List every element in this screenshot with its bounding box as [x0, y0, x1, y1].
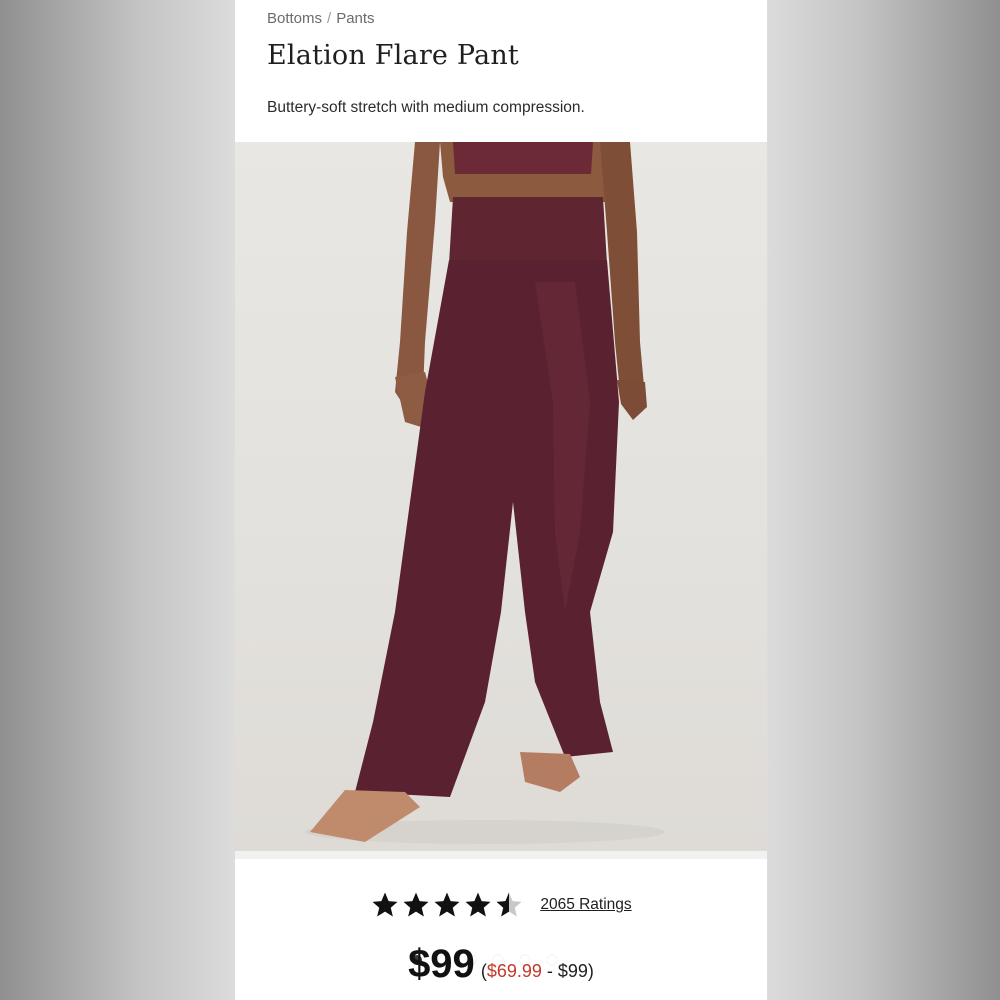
- price-range: ($69.99 - $99): [481, 961, 594, 982]
- star-full-icon: [434, 892, 460, 917]
- price-row: $99 ($69.99 - $99): [235, 942, 767, 987]
- product-image[interactable]: [235, 142, 767, 965]
- section-divider: [235, 851, 767, 859]
- star-full-icon: [403, 892, 429, 917]
- star-full-icon: [372, 892, 398, 917]
- breadcrumb-bottoms[interactable]: Bottoms: [267, 10, 322, 27]
- ratings-count-link[interactable]: 2065 Ratings: [540, 896, 631, 914]
- right-foot: [520, 752, 580, 792]
- star-full-icon: [465, 892, 491, 917]
- rating-row: 2065 Ratings: [235, 887, 767, 923]
- breadcrumb-pants[interactable]: Pants: [336, 10, 374, 27]
- price-regular: $99: [557, 961, 588, 981]
- product-photo-illustration: [305, 142, 665, 844]
- breadcrumb: Bottoms / Pants: [267, 10, 375, 27]
- waistband: [449, 197, 607, 264]
- star-half-icon: [496, 892, 522, 917]
- product-panel: Bottoms / Pants Elation Flare Pant Buttery…: [235, 0, 767, 1000]
- product-title: Elation Flare Pant: [267, 40, 519, 71]
- product-subtitle: Buttery-soft stretch with medium compres…: [267, 99, 585, 116]
- breadcrumb-separator: /: [327, 10, 332, 27]
- bra-top: [453, 142, 593, 174]
- price-main: $99: [408, 942, 475, 986]
- star-rating: [370, 890, 524, 920]
- right-hand: [617, 380, 647, 420]
- price-close-paren: ): [587, 961, 594, 981]
- price-sale: $69.99: [486, 961, 542, 981]
- price-dash: -: [541, 961, 558, 981]
